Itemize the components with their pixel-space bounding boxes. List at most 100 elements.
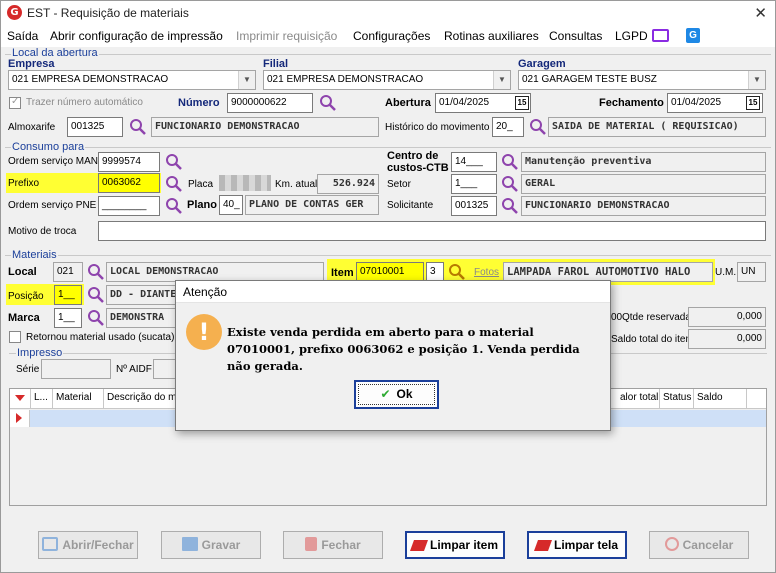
dialog-body: ! Existe venda perdida em aberto para o … xyxy=(176,303,610,430)
attention-dialog: Atenção ! Existe venda perdida em aberto… xyxy=(175,280,611,431)
saldo-total-label: Saldo total do item xyxy=(611,334,694,345)
menu-bar: Saída Abrir configuração de impressão Im… xyxy=(1,26,775,47)
placa-blurred-value xyxy=(219,175,271,191)
menu-imprimir-requisicao[interactable]: Imprimir requisição xyxy=(236,29,337,43)
item-desc-field: LAMPADA FAROL AUTOMOTIVO HALO xyxy=(503,262,713,282)
title-bar: G EST - Requisição de materiais ✕ xyxy=(1,1,775,26)
numero-input[interactable]: 9000000622 xyxy=(227,93,313,113)
filial-label: Filial xyxy=(263,58,289,70)
group-consumo-para: Consumo para xyxy=(11,141,86,153)
fotos-link[interactable]: Fotos xyxy=(474,267,499,278)
calendar-icon[interactable]: 15 xyxy=(515,96,529,110)
search-icon[interactable] xyxy=(319,94,337,112)
cancelar-button[interactable]: Cancelar xyxy=(649,531,749,559)
trazer-numero-label: Trazer número automático xyxy=(26,97,143,108)
setor-code-input[interactable]: 1___ xyxy=(451,174,497,194)
search-icon[interactable] xyxy=(501,153,519,171)
almoxarife-code-input[interactable]: 001325 xyxy=(67,117,123,137)
os-man-input[interactable]: 9999574 xyxy=(98,152,160,172)
grid-col-status[interactable]: Status xyxy=(663,392,691,403)
empresa-label: Empresa xyxy=(8,58,55,70)
menu-abrir-configuracao[interactable]: Abrir configuração de impressão xyxy=(50,29,223,43)
eraser-icon xyxy=(533,540,552,551)
prefixo-input[interactable]: 0063062 xyxy=(98,173,160,193)
item-seq-input[interactable]: 3 xyxy=(426,262,444,282)
numero-label: Número xyxy=(178,97,220,109)
gravar-button[interactable]: Gravar xyxy=(161,531,261,559)
fechar-button[interactable]: Fechar xyxy=(283,531,383,559)
local-desc-field: LOCAL DEMONSTRACAO xyxy=(106,262,324,282)
dialog-title-bar: Atenção xyxy=(176,281,610,303)
search-icon[interactable] xyxy=(448,263,466,281)
km-atual-label: Km. atual xyxy=(275,179,318,190)
km-atual-field: 526.924 xyxy=(317,174,379,194)
search-icon[interactable] xyxy=(87,263,105,281)
search-icon[interactable] xyxy=(129,118,147,136)
close-icon[interactable]: ✕ xyxy=(754,4,767,22)
centro-desc-field: Manutenção preventiva xyxy=(521,152,766,172)
solicitante-code-input[interactable]: 001325 xyxy=(451,196,497,216)
item-code-input[interactable]: 07010001 xyxy=(356,262,424,282)
centro-code-input[interactable]: 14___ xyxy=(451,152,497,172)
dialog-title: Atenção xyxy=(183,285,228,299)
marca-label: Marca xyxy=(8,312,40,324)
grid-col-saldo[interactable]: Saldo xyxy=(697,392,723,403)
app-logo-icon: G xyxy=(7,5,22,20)
historico-code-input[interactable]: 20_ xyxy=(492,117,524,137)
filial-select[interactable]: 021 EMPRESA DEMONSTRACAO ▼ xyxy=(263,70,511,90)
limpar-item-button[interactable]: Limpar item xyxy=(405,531,505,559)
grid-col-material[interactable]: Material xyxy=(56,392,92,403)
centro-label-line2: custos-CTB xyxy=(387,162,449,174)
posicao-label: Posição xyxy=(8,291,44,302)
app-g-icon[interactable]: G xyxy=(686,28,700,43)
um-field: UN xyxy=(737,262,766,282)
search-icon[interactable] xyxy=(87,309,105,327)
menu-lgpd[interactable]: LGPD xyxy=(615,29,648,43)
fechamento-label: Fechamento xyxy=(599,97,664,109)
monitor-icon[interactable] xyxy=(652,29,669,42)
os-pne-input[interactable]: ________ xyxy=(98,196,160,216)
chevron-down-icon: ▼ xyxy=(493,71,510,89)
main-window: G EST - Requisição de materiais ✕ Saída … xyxy=(0,0,776,573)
menu-saida[interactable]: Saída xyxy=(7,29,38,43)
motivo-troca-input[interactable] xyxy=(98,221,766,241)
historico-label: Histórico do movimento xyxy=(385,122,490,133)
grid-col-descricao[interactable]: Descrição do ma xyxy=(107,392,182,403)
chevron-down-icon: ▼ xyxy=(238,71,255,89)
posicao-desc-field: DD - DIANTE xyxy=(106,285,176,305)
warning-icon: ! xyxy=(186,314,222,350)
lock-icon xyxy=(305,537,318,551)
ok-button[interactable]: ✔ Ok xyxy=(354,380,439,409)
plano-code-input[interactable]: 40_ xyxy=(219,195,243,215)
abrir-fechar-button[interactable]: Abrir/Fechar xyxy=(38,531,138,559)
garagem-select[interactable]: 021 GARAGEM TESTE BUSZ ▼ xyxy=(518,70,766,90)
eraser-icon xyxy=(409,540,428,551)
search-icon[interactable] xyxy=(87,286,105,304)
calendar-icon[interactable]: 15 xyxy=(746,96,760,110)
search-icon[interactable] xyxy=(165,175,183,193)
trazer-numero-checkbox[interactable] xyxy=(9,96,21,109)
sort-down-icon[interactable] xyxy=(15,395,25,401)
group-impresso: Impresso xyxy=(16,347,64,359)
search-icon[interactable] xyxy=(501,175,519,193)
window-title: EST - Requisição de materiais xyxy=(27,6,189,20)
serie-field xyxy=(41,359,111,379)
search-icon[interactable] xyxy=(529,118,547,136)
marca-input[interactable]: 1__ xyxy=(54,308,82,328)
search-icon[interactable] xyxy=(165,153,183,171)
posicao-input[interactable]: 1__ xyxy=(54,285,82,305)
retornou-sucata-checkbox[interactable] xyxy=(9,331,21,343)
grid-col-l[interactable]: L... xyxy=(34,392,48,403)
almoxarife-name-field: FUNCIONARIO DEMONSTRACAO xyxy=(151,117,379,137)
empresa-select[interactable]: 021 EMPRESA DEMONSTRACAO ▼ xyxy=(8,70,256,90)
serie-label: Série xyxy=(16,364,40,375)
menu-rotinas-auxiliares[interactable]: Rotinas auxiliares xyxy=(444,29,539,43)
limpar-tela-button[interactable]: Limpar tela xyxy=(527,531,627,559)
menu-consultas[interactable]: Consultas xyxy=(549,29,602,43)
plano-label: Plano xyxy=(187,199,217,211)
local-code-field: 021 xyxy=(53,262,83,282)
grid-col-valor-total[interactable]: alor total xyxy=(620,392,658,403)
search-icon[interactable] xyxy=(165,197,183,215)
search-icon[interactable] xyxy=(501,197,519,215)
menu-configuracoes[interactable]: Configurações xyxy=(353,29,430,43)
